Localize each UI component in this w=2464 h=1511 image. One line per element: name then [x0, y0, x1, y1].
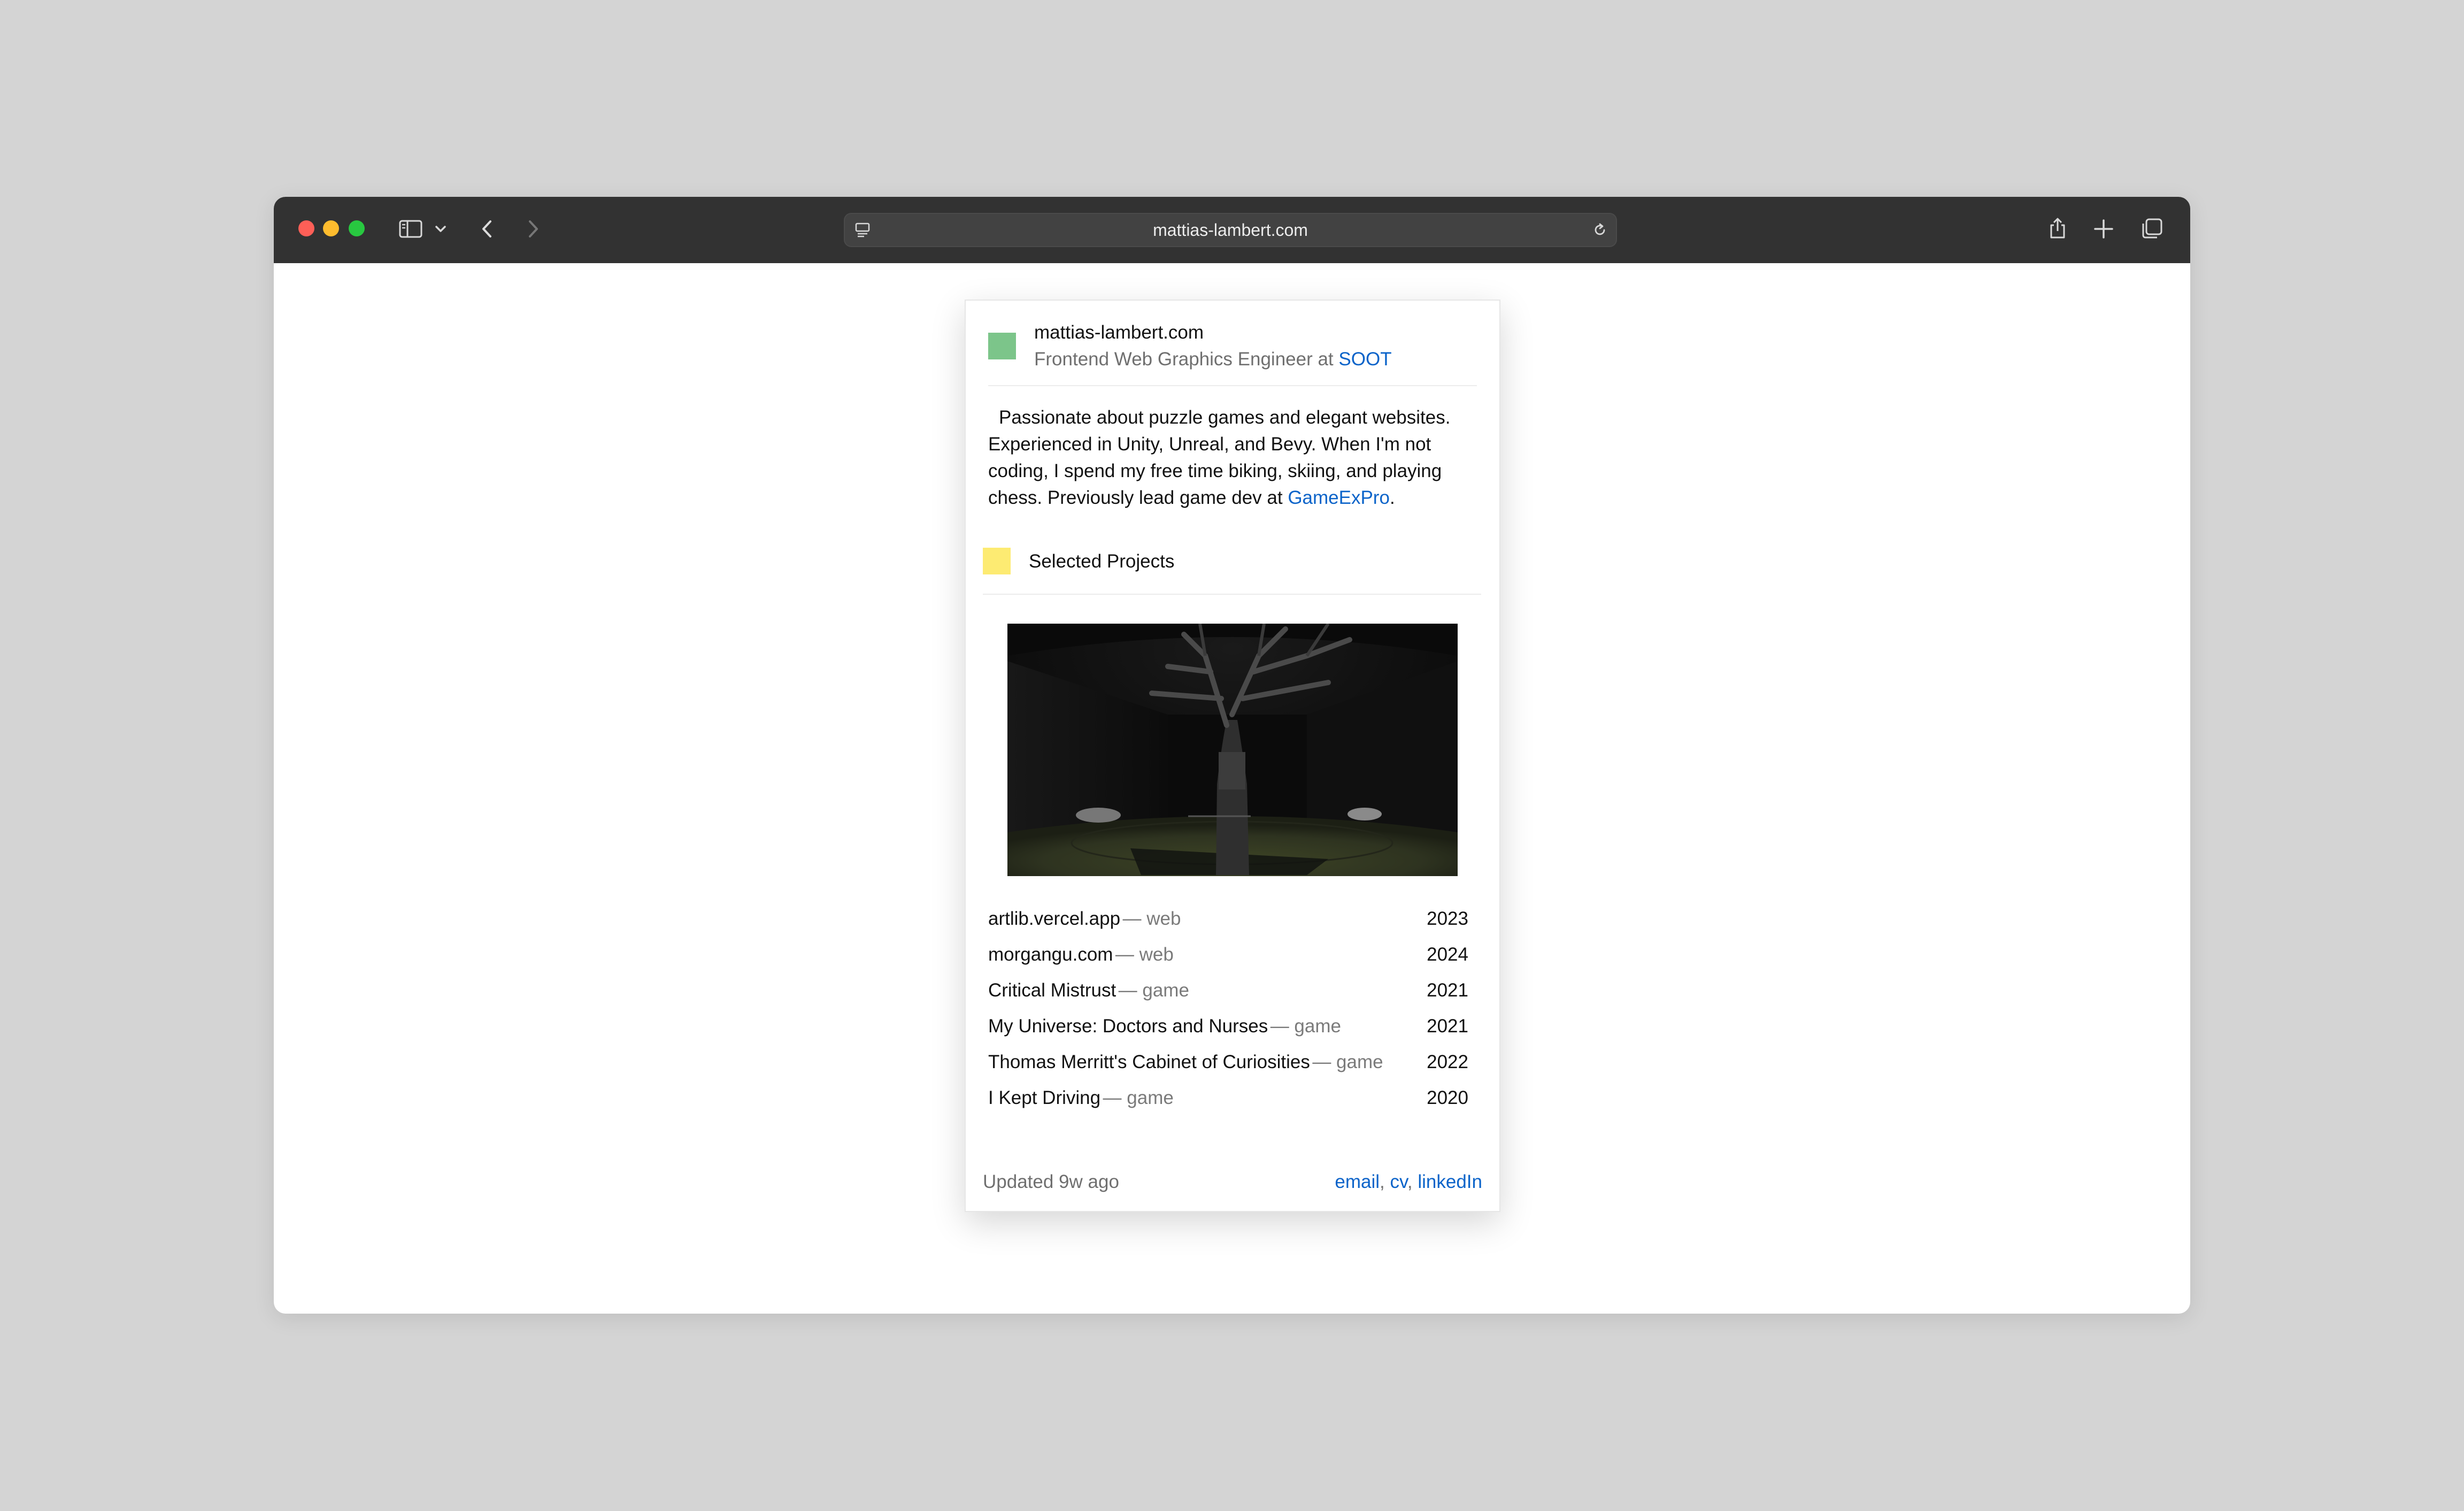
close-window-button[interactable]: [298, 220, 314, 236]
divider: [983, 594, 1481, 595]
project-type: — game: [1312, 1052, 1383, 1072]
section-title: Selected Projects: [1029, 551, 1175, 572]
reload-icon[interactable]: [1589, 219, 1611, 241]
project-row[interactable]: artlib.vercel.app — web 2023: [988, 908, 1477, 930]
address-bar[interactable]: mattias-lambert.com: [844, 213, 1617, 247]
project-year: 2021: [1427, 980, 1468, 1001]
bio-line: chess. Previously lead game dev at GameE…: [988, 485, 1450, 511]
project-name[interactable]: I Kept Driving: [988, 1087, 1100, 1108]
site-name: mattias-lambert.com: [1034, 322, 1204, 343]
project-name[interactable]: Thomas Merritt's Cabinet of Curiosities: [988, 1052, 1310, 1072]
share-icon[interactable]: [2045, 216, 2070, 242]
footer-links: email, cv, linkedIn: [1335, 1171, 1482, 1193]
browser-window: mattias-lambert.com mattias-lambert.com …: [274, 197, 2190, 1314]
separator: ,: [1380, 1171, 1390, 1192]
address-url[interactable]: mattias-lambert.com: [845, 214, 1616, 246]
project-year: 2022: [1427, 1052, 1468, 1072]
project-name[interactable]: My Universe: Doctors and Nurses: [988, 1016, 1268, 1037]
sidebar-toggle-icon[interactable]: [398, 216, 424, 242]
project-type: — game: [1103, 1087, 1174, 1108]
chevron-down-icon[interactable]: [431, 216, 450, 242]
project-row[interactable]: Thomas Merritt's Cabinet of Curiosities …: [988, 1052, 1477, 1073]
maximize-window-button[interactable]: [349, 220, 365, 236]
browser-toolbar: mattias-lambert.com: [274, 197, 2190, 263]
linkedin-link[interactable]: linkedIn: [1418, 1171, 1482, 1192]
project-name[interactable]: morgangu.com: [988, 944, 1113, 965]
minimize-window-button[interactable]: [323, 220, 339, 236]
avatar: [988, 333, 1016, 359]
role-prefix: Frontend Web Graphics Engineer at: [1034, 349, 1334, 370]
bio: Passionate about puzzle games and elegan…: [988, 404, 1450, 511]
project-name[interactable]: artlib.vercel.app: [988, 908, 1120, 929]
bio-line: Experienced in Unity, Unreal, and Bevy. …: [988, 434, 1431, 455]
bio-line: Passionate about puzzle games and elegan…: [999, 407, 1451, 428]
gameexpro-link[interactable]: GameExPro: [1288, 487, 1390, 508]
project-row[interactable]: My Universe: Doctors and Nurses — game 20…: [988, 1016, 1477, 1037]
separator: ,: [1407, 1171, 1418, 1192]
project-type: — web: [1122, 908, 1181, 929]
new-tab-icon[interactable]: [2091, 216, 2116, 242]
project-type: — web: [1115, 944, 1174, 965]
project-year: 2021: [1427, 1016, 1468, 1037]
role-text: Frontend Web Graphics Engineer at SOOT: [1034, 349, 1392, 370]
cv-link[interactable]: cv: [1390, 1171, 1407, 1192]
updated-text: Updated 9w ago: [983, 1171, 1119, 1192]
email-link[interactable]: email: [1335, 1171, 1380, 1192]
tab-overview-icon[interactable]: [2139, 216, 2165, 242]
bio-line: coding, I spend my free time biking, ski…: [988, 461, 1442, 481]
project-year: 2023: [1427, 908, 1468, 929]
back-arrow-icon[interactable]: [475, 216, 500, 242]
profile-card: mattias-lambert.com Frontend Web Graphic…: [965, 300, 1500, 1212]
project-preview-image[interactable]: [1007, 624, 1458, 876]
forward-arrow-icon[interactable]: [520, 216, 545, 242]
project-name[interactable]: Critical Mistrust: [988, 980, 1116, 1001]
project-year: 2020: [1427, 1087, 1468, 1108]
project-type: — game: [1270, 1016, 1341, 1037]
divider: [988, 385, 1477, 386]
project-row[interactable]: Critical Mistrust — game 2021: [988, 980, 1477, 1001]
project-row[interactable]: morgangu.com — web 2024: [988, 944, 1477, 965]
projects-section-icon: [983, 548, 1011, 574]
bio-period: .: [1389, 487, 1395, 508]
bio-line-text: chess. Previously lead game dev at: [988, 487, 1283, 508]
project-year: 2024: [1427, 944, 1468, 965]
project-type: — game: [1118, 980, 1189, 1001]
project-row[interactable]: I Kept Driving — game 2020: [988, 1087, 1477, 1109]
company-link[interactable]: SOOT: [1338, 349, 1391, 370]
